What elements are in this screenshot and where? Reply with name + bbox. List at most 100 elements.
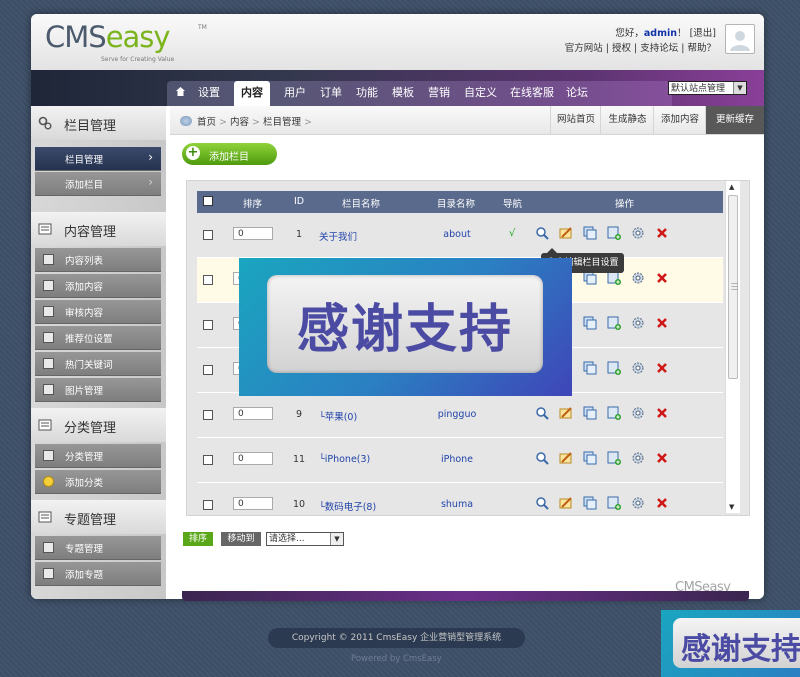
- edit-icon[interactable]: [559, 406, 573, 420]
- delete-icon[interactable]: [655, 496, 669, 510]
- tab-templates[interactable]: 模板: [392, 81, 414, 106]
- link-forum[interactable]: 支持论坛: [640, 43, 678, 54]
- preview-icon[interactable]: [535, 496, 549, 510]
- add-content-icon[interactable]: [607, 361, 621, 375]
- delete-icon[interactable]: [655, 316, 669, 330]
- sidebar-item-add-category[interactable]: 添加分类: [35, 470, 161, 494]
- scroll-down-icon[interactable]: ▼: [729, 503, 734, 511]
- tab-functions[interactable]: 功能: [356, 81, 378, 106]
- breadcrumb-content[interactable]: 内容: [230, 117, 249, 128]
- copy-icon[interactable]: [583, 496, 597, 510]
- logo[interactable]: CMSeasy TM Serve for Creating Value: [45, 20, 207, 63]
- edit-icon[interactable]: [559, 226, 573, 240]
- sidebar-item-add-topic[interactable]: 添加专题: [35, 562, 161, 586]
- sidebar-section-column[interactable]: 栏目管理: [31, 106, 166, 140]
- edit-icon[interactable]: [559, 451, 573, 465]
- tab-content[interactable]: 内容: [234, 81, 270, 106]
- tab-marketing[interactable]: 营销: [428, 81, 450, 106]
- copy-icon[interactable]: [583, 271, 597, 285]
- settings-icon[interactable]: [631, 496, 645, 510]
- username-link[interactable]: admin: [644, 28, 677, 39]
- site-select[interactable]: 默认站点管理 ▼: [668, 81, 747, 95]
- preview-icon[interactable]: [535, 451, 549, 465]
- row-name-link[interactable]: └iPhone(3): [319, 454, 370, 465]
- add-content-icon[interactable]: [607, 451, 621, 465]
- sidebar-item-column-manage[interactable]: 栏目管理 ›: [35, 147, 161, 171]
- row-dir-link[interactable]: pingguo: [412, 409, 502, 420]
- row-checkbox[interactable]: [203, 500, 213, 510]
- row-name-link[interactable]: └数码电子(8): [319, 499, 376, 513]
- tab-users[interactable]: 用户: [284, 81, 306, 106]
- copy-icon[interactable]: [583, 451, 597, 465]
- tab-custom[interactable]: 自定义: [464, 81, 497, 106]
- copy-icon[interactable]: [583, 361, 597, 375]
- link-site-home[interactable]: 网站首页: [550, 106, 601, 134]
- sidebar-item-review-content[interactable]: 审核内容: [35, 300, 161, 324]
- link-update-cache[interactable]: 更新缓存: [705, 106, 764, 134]
- link-add-content[interactable]: 添加内容: [653, 106, 706, 134]
- sidebar-item-category-manage[interactable]: 分类管理: [35, 444, 161, 468]
- link-license[interactable]: 授权: [612, 43, 631, 54]
- tab-settings[interactable]: 设置: [198, 81, 220, 106]
- row-checkbox[interactable]: [203, 365, 213, 375]
- delete-icon[interactable]: [655, 361, 669, 375]
- link-official-site[interactable]: 官方网站: [565, 43, 603, 54]
- scroll-thumb[interactable]: — — —: [728, 195, 738, 379]
- add-content-icon[interactable]: [607, 316, 621, 330]
- link-help[interactable]: 帮助？: [687, 43, 716, 54]
- add-content-icon[interactable]: [607, 496, 621, 510]
- logout-link[interactable]: [退出]: [690, 28, 716, 39]
- select-all-checkbox[interactable]: [203, 196, 213, 206]
- settings-icon[interactable]: [631, 226, 645, 240]
- row-checkbox[interactable]: [203, 455, 213, 465]
- home-icon[interactable]: [175, 81, 186, 106]
- add-content-icon[interactable]: [607, 271, 621, 285]
- delete-icon[interactable]: [655, 271, 669, 285]
- sort-button[interactable]: 排序: [183, 532, 213, 546]
- copy-icon[interactable]: [583, 316, 597, 330]
- row-dir-link[interactable]: iPhone: [412, 454, 502, 465]
- sidebar-item-hot-keywords[interactable]: 热门关键词: [35, 352, 161, 376]
- settings-icon[interactable]: [631, 361, 645, 375]
- scroll-up-icon[interactable]: ▲: [729, 183, 734, 191]
- sidebar-section-category[interactable]: 分类管理: [31, 408, 166, 442]
- row-checkbox[interactable]: [203, 410, 213, 420]
- add-content-icon[interactable]: [607, 226, 621, 240]
- order-input[interactable]: 0: [233, 452, 273, 465]
- sidebar-item-topic-manage[interactable]: 专题管理: [35, 536, 161, 560]
- tab-online-service[interactable]: 在线客服: [510, 81, 554, 106]
- table-scrollbar[interactable]: ▲ — — — ▼: [725, 181, 740, 513]
- settings-icon[interactable]: [631, 316, 645, 330]
- delete-icon[interactable]: [655, 451, 669, 465]
- preview-icon[interactable]: [535, 226, 549, 240]
- delete-icon[interactable]: [655, 226, 669, 240]
- order-input[interactable]: 0: [233, 407, 273, 420]
- settings-icon[interactable]: [631, 271, 645, 285]
- row-checkbox[interactable]: [203, 230, 213, 240]
- order-input[interactable]: 0: [233, 227, 273, 240]
- delete-icon[interactable]: [655, 406, 669, 420]
- row-name-link[interactable]: └苹果(0): [319, 409, 357, 423]
- move-to-button[interactable]: 移动到: [221, 532, 261, 546]
- copy-icon[interactable]: [583, 406, 597, 420]
- sidebar-item-image-manage[interactable]: 图片管理: [35, 378, 161, 402]
- sidebar-section-topic[interactable]: 专题管理: [31, 500, 166, 534]
- sidebar-item-recommend-settings[interactable]: 推荐位设置: [35, 326, 161, 350]
- add-content-icon[interactable]: [607, 406, 621, 420]
- sidebar-item-content-list[interactable]: 内容列表: [35, 248, 161, 272]
- avatar[interactable]: [725, 24, 755, 54]
- breadcrumb-home[interactable]: 首页: [197, 117, 216, 128]
- settings-icon[interactable]: [631, 406, 645, 420]
- sidebar-item-add-column[interactable]: 添加栏目 ›: [35, 172, 161, 196]
- copy-icon[interactable]: [583, 226, 597, 240]
- sidebar-section-content[interactable]: 内容管理: [31, 212, 166, 246]
- order-input[interactable]: 0: [233, 497, 273, 510]
- row-checkbox[interactable]: [203, 320, 213, 330]
- row-dir-link[interactable]: about: [412, 229, 502, 240]
- sidebar-item-add-content[interactable]: 添加内容: [35, 274, 161, 298]
- add-column-button[interactable]: + 添加栏目: [182, 143, 277, 165]
- row-checkbox[interactable]: [203, 275, 213, 285]
- tab-forum[interactable]: 论坛: [566, 81, 588, 106]
- move-target-select[interactable]: 请选择... ▼: [266, 532, 344, 546]
- edit-icon[interactable]: [559, 496, 573, 510]
